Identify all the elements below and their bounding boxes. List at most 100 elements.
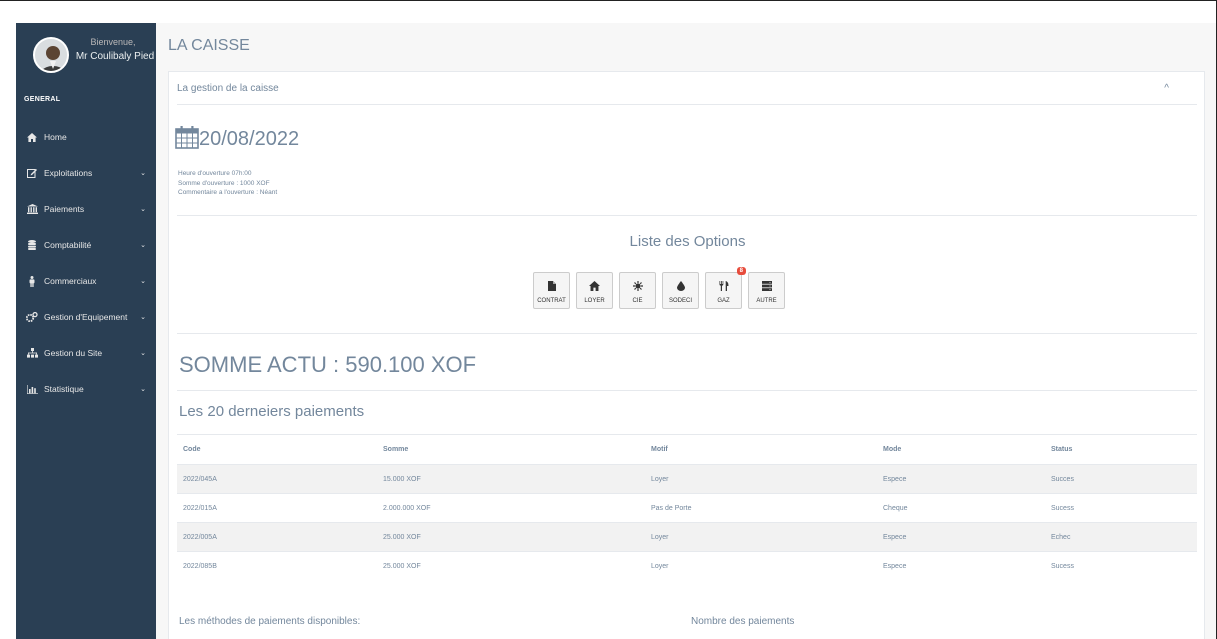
male-icon — [25, 275, 39, 287]
table-cell: Espece — [877, 522, 1045, 552]
payments-count-title: Nombre des paiements — [691, 616, 795, 627]
table-cell: 2022/085B — [177, 551, 377, 581]
sidebar-item-gestion-equipement[interactable]: Gestion d'Equipement ⌄ — [16, 299, 156, 335]
current-date: 20/08/2022 — [199, 128, 300, 150]
sidebar-item-label: Exploitations — [44, 168, 93, 178]
chevron-down-icon: ⌄ — [140, 386, 146, 393]
option-label: CONTRAT — [537, 297, 566, 304]
table-row[interactable]: 2022/005A 25.000 XOF Loyer Espece Echec — [177, 522, 1197, 552]
sidebar-item-commerciaux[interactable]: Commerciaux ⌄ — [16, 263, 156, 299]
sun-icon — [632, 278, 643, 296]
payments-table: Code Somme Motif Mode Status 2022/045A 1… — [177, 434, 1197, 581]
table-cell: Loyer — [645, 464, 877, 494]
collapse-icon[interactable]: ^ — [1164, 83, 1169, 94]
option-label: LOYER — [584, 297, 605, 304]
chevron-down-icon: ⌄ — [140, 242, 146, 249]
divider — [177, 390, 1197, 391]
column-header: Somme — [377, 434, 645, 465]
divider — [177, 333, 1197, 334]
option-label: SODECI — [668, 297, 692, 304]
menu-section-title: GENERAL — [24, 96, 61, 103]
file-icon — [547, 278, 556, 296]
sidebar-item-label: Paiements — [44, 204, 85, 214]
home-icon — [25, 132, 39, 142]
sidebar-item-exploitations[interactable]: Exploitations ⌄ — [16, 155, 156, 191]
database-icon — [25, 240, 39, 250]
chevron-down-icon: ⌄ — [140, 170, 146, 177]
payments-title: Les 20 derneiers paiements — [179, 403, 365, 420]
sidebar-item-label: Statistique — [44, 384, 84, 394]
table-cell: Loyer — [645, 522, 877, 552]
edit-icon — [25, 168, 39, 178]
cutlery-icon — [719, 278, 729, 296]
opening-amount: Somme d'ouverture : 1000 XOF — [178, 179, 270, 187]
panel-title: La gestion de la caisse — [177, 82, 279, 94]
sidebar-menu: Home Exploitations ⌄ Paiements ⌄ Comptab… — [16, 119, 156, 407]
table-row[interactable]: 2022/085B 25.000 XOF Loyer Espece Sucess — [177, 551, 1197, 581]
caisse-panel: La gestion de la caisse ^ 20/08/2022 Heu… — [168, 71, 1205, 639]
sidebar-item-statistique[interactable]: Statistique ⌄ — [16, 371, 156, 407]
table-cell: Cheque — [877, 493, 1045, 523]
table-cell: Sucess — [1045, 551, 1197, 581]
option-cie-button[interactable]: CIE — [619, 272, 656, 309]
sidebar-item-comptabilite[interactable]: Comptabilité ⌄ — [16, 227, 156, 263]
table-cell: Pas de Porte — [645, 493, 877, 523]
sidebar-item-label: Home — [44, 132, 67, 142]
table-cell: 2022/015A — [177, 493, 377, 523]
column-header: Code — [177, 434, 377, 465]
page-title: LA CAISSE — [168, 37, 250, 54]
opening-info: Heure d'ouverture 07h:00 Somme d'ouvertu… — [178, 169, 277, 198]
cogs-icon — [25, 312, 39, 322]
sidebar-item-paiements[interactable]: Paiements ⌄ — [16, 191, 156, 227]
server-icon — [761, 278, 772, 296]
avatar[interactable] — [33, 37, 69, 73]
table-cell: Loyer — [645, 551, 877, 581]
chevron-down-icon: ⌄ — [140, 314, 146, 321]
sidebar-item-label: Gestion du Site — [44, 348, 103, 358]
column-header: Mode — [877, 434, 1045, 465]
option-sodeci-button[interactable]: SODECI — [662, 272, 699, 309]
drop-icon — [676, 278, 685, 296]
table-cell: 2022/045A — [177, 464, 377, 494]
profile: Bienvenue, Mr Coulibaly Pied — [16, 23, 156, 89]
table-row[interactable]: 2022/015A 2.000.000 XOF Pas de Porte Che… — [177, 493, 1197, 523]
username: Mr Coulibaly Pied — [75, 51, 155, 62]
table-header-row: Code Somme Motif Mode Status — [177, 434, 1197, 465]
option-label: AUTRE — [756, 297, 777, 304]
column-header: Status — [1045, 434, 1197, 465]
notification-badge: 8 — [736, 267, 746, 275]
divider — [177, 215, 1197, 216]
table-row[interactable]: 2022/045A 15.000 XOF Loyer Espece Succes — [177, 464, 1197, 494]
bank-icon — [25, 204, 39, 214]
sitemap-icon — [25, 348, 39, 358]
sidebar-item-home[interactable]: Home — [16, 119, 156, 155]
option-contrat-button[interactable]: CONTRAT — [533, 272, 570, 309]
table-cell: Echec — [1045, 522, 1197, 552]
options-toolbar: CONTRAT LOYER CIE SODECI GAZ 8 AUTRE — [533, 267, 791, 309]
option-gaz-button[interactable]: GAZ 8 — [705, 267, 746, 309]
sidebar: Bienvenue, Mr Coulibaly Pied GENERAL Hom… — [16, 23, 156, 639]
panel-header: La gestion de la caisse ^ — [177, 72, 1197, 105]
option-loyer-button[interactable]: LOYER — [576, 272, 613, 309]
date-row: 20/08/2022 — [175, 125, 299, 154]
table-cell: Succes — [1045, 464, 1197, 494]
table-cell: 2.000.000 XOF — [377, 493, 645, 523]
option-label: CIE — [632, 297, 643, 304]
sidebar-item-label: Commerciaux — [44, 276, 97, 286]
table-cell: Espece — [877, 551, 1045, 581]
table-cell: Espece — [877, 464, 1045, 494]
table-cell: 25.000 XOF — [377, 522, 645, 552]
current-total: SOMME ACTU : 590.100 XOF — [179, 352, 477, 377]
opening-comment: Commentaire a l'ouverture : Néant — [178, 189, 278, 196]
opening-time: Heure d'ouverture 07h:00 — [178, 170, 252, 177]
sidebar-item-gestion-site[interactable]: Gestion du Site ⌄ — [16, 335, 156, 371]
column-header: Motif — [645, 434, 877, 465]
chevron-down-icon: ⌄ — [140, 350, 146, 357]
bar-chart-icon — [25, 384, 39, 394]
main-content: LA CAISSE La gestion de la caisse ^ 20/0… — [156, 23, 1216, 639]
sidebar-item-label: Gestion d'Equipement — [44, 312, 128, 322]
payment-methods-title: Les méthodes de paiements disponibles: — [179, 616, 361, 627]
option-autre-button[interactable]: AUTRE — [748, 272, 785, 309]
options-title: Liste des Options — [629, 233, 746, 250]
table-cell: Sucess — [1045, 493, 1197, 523]
